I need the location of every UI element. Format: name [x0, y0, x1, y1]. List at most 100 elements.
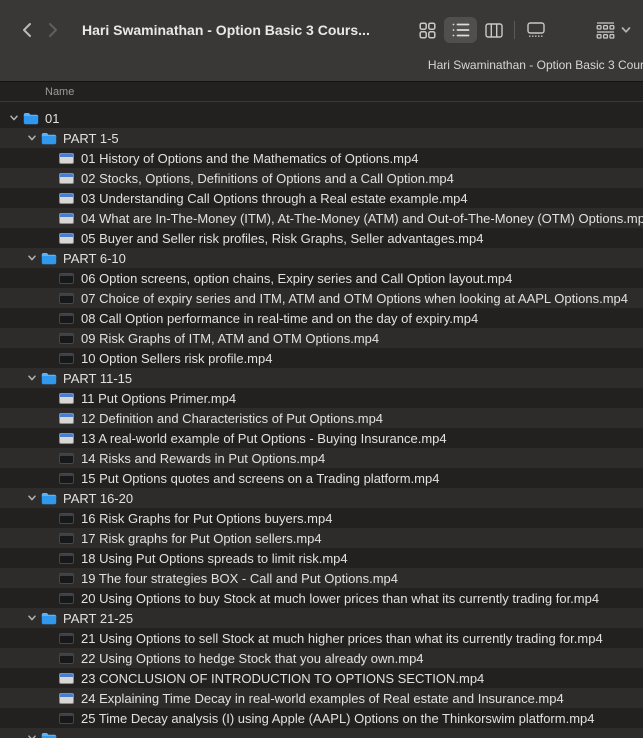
gallery-view-button[interactable]	[519, 17, 552, 43]
video-thumbnail-icon	[59, 653, 74, 664]
disclosure-chevron-icon[interactable]	[27, 493, 37, 503]
row-label: 20 Using Options to buy Stock at much lo…	[81, 591, 599, 606]
finder-window: Hari Swaminathan - Option Basic 3 Cours.…	[0, 0, 643, 738]
row-label: 13 A real-world example of Put Options -…	[81, 431, 447, 446]
file-row[interactable]: 11 Put Options Primer.mp4	[0, 388, 643, 408]
file-row[interactable]: 03 Understanding Call Options through a …	[0, 188, 643, 208]
file-row[interactable]: 21 Using Options to sell Stock at much h…	[0, 628, 643, 648]
video-thumbnail-icon	[59, 633, 74, 644]
video-thumbnail-icon	[59, 713, 74, 724]
file-row[interactable]: 12 Definition and Characteristics of Put…	[0, 408, 643, 428]
folder-row[interactable]: PART 16-20	[0, 488, 643, 508]
file-row[interactable]: 13 A real-world example of Put Options -…	[0, 428, 643, 448]
file-row[interactable]: 05 Buyer and Seller risk profiles, Risk …	[0, 228, 643, 248]
folder-row[interactable]: PART 1-5	[0, 128, 643, 148]
view-switcher	[411, 17, 552, 43]
file-row[interactable]: 02 Stocks, Options, Definitions of Optio…	[0, 168, 643, 188]
video-thumbnail-icon	[59, 293, 74, 304]
video-thumbnail-icon	[59, 553, 74, 564]
file-row[interactable]: 14 Risks and Rewards in Put Options.mp4	[0, 448, 643, 468]
video-thumbnail-icon	[59, 593, 74, 604]
row-label: 24 Explaining Time Decay in real-world e…	[81, 691, 564, 706]
folder-row[interactable]: PART 21-25	[0, 608, 643, 628]
forward-chevron-icon	[47, 22, 59, 38]
toolbar-main-row: Hari Swaminathan - Option Basic 3 Cours.…	[0, 0, 643, 54]
folder-icon	[41, 132, 57, 145]
row-label: 15 Put Options quotes and screens on a T…	[81, 471, 439, 486]
file-row[interactable]: 09 Risk Graphs of ITM, ATM and OTM Optio…	[0, 328, 643, 348]
gallery-view-icon	[527, 22, 545, 38]
column-view-button[interactable]	[477, 17, 510, 43]
group-button[interactable]	[594, 17, 633, 43]
back-button[interactable]	[14, 16, 40, 44]
forward-button[interactable]	[40, 16, 66, 44]
row-label: 12 Definition and Characteristics of Put…	[81, 411, 383, 426]
row-label: PART 21-25	[63, 611, 133, 626]
row-label: PART 16-20	[63, 491, 133, 506]
file-row[interactable]: 17 Risk graphs for Put Option sellers.mp…	[0, 528, 643, 548]
folder-icon	[41, 732, 57, 738]
file-row[interactable]: 22 Using Options to hedge Stock that you…	[0, 648, 643, 668]
disclosure-chevron-icon[interactable]	[27, 253, 37, 263]
video-thumbnail-icon	[59, 393, 74, 404]
video-thumbnail-icon	[59, 673, 74, 684]
file-row[interactable]: 08 Call Option performance in real-time …	[0, 308, 643, 328]
video-thumbnail-icon	[59, 153, 74, 164]
video-thumbnail-icon	[59, 513, 74, 524]
video-thumbnail-icon	[59, 693, 74, 704]
video-thumbnail-icon	[59, 433, 74, 444]
folder-icon	[41, 492, 57, 505]
row-label: PART 6-10	[63, 251, 126, 266]
file-row[interactable]: 24 Explaining Time Decay in real-world e…	[0, 688, 643, 708]
video-thumbnail-icon	[59, 233, 74, 244]
folder-row[interactable]: 01	[0, 108, 643, 128]
list-view-button[interactable]	[444, 17, 477, 43]
file-row[interactable]: 20 Using Options to buy Stock at much lo…	[0, 588, 643, 608]
name-column-header[interactable]: Name	[0, 82, 643, 102]
file-row[interactable]: 18 Using Put Options spreads to limit ri…	[0, 548, 643, 568]
row-label: 05 Buyer and Seller risk profiles, Risk …	[81, 231, 483, 246]
file-row[interactable]: 19 The four strategies BOX - Call and Pu…	[0, 568, 643, 588]
folder-row[interactable]: PART 11-15	[0, 368, 643, 388]
video-thumbnail-icon	[59, 573, 74, 584]
row-label: 01 History of Options and the Mathematic…	[81, 151, 418, 166]
back-chevron-icon	[21, 22, 33, 38]
row-label: 10 Option Sellers risk profile.mp4	[81, 351, 272, 366]
folder-icon	[23, 112, 39, 125]
file-row[interactable]: 10 Option Sellers risk profile.mp4	[0, 348, 643, 368]
file-row[interactable]: 25 Time Decay analysis (I) using Apple (…	[0, 708, 643, 728]
toolbar: Hari Swaminathan - Option Basic 3 Cours.…	[0, 0, 643, 82]
file-row[interactable]: 01 History of Options and the Mathematic…	[0, 148, 643, 168]
row-label: 11 Put Options Primer.mp4	[81, 391, 236, 406]
video-thumbnail-icon	[59, 453, 74, 464]
icon-view-icon	[419, 22, 436, 39]
icon-view-button[interactable]	[411, 17, 444, 43]
file-row[interactable]: 16 Risk Graphs for Put Options buyers.mp…	[0, 508, 643, 528]
folder-row[interactable]: PART 6-10	[0, 248, 643, 268]
row-label: 22 Using Options to hedge Stock that you…	[81, 651, 424, 666]
disclosure-chevron-icon[interactable]	[9, 113, 19, 123]
disclosure-chevron-icon[interactable]	[27, 613, 37, 623]
file-row[interactable]: 06 Option screens, option chains, Expiry…	[0, 268, 643, 288]
file-row[interactable]: 07 Choice of expiry series and ITM, ATM …	[0, 288, 643, 308]
video-thumbnail-icon	[59, 413, 74, 424]
folder-row[interactable]	[0, 728, 643, 738]
file-row[interactable]: 23 CONCLUSION OF INTRODUCTION TO OPTIONS…	[0, 668, 643, 688]
disclosure-chevron-icon[interactable]	[27, 373, 37, 383]
row-label: 08 Call Option performance in real-time …	[81, 311, 478, 326]
video-thumbnail-icon	[59, 333, 74, 344]
toolbar-path-row: Hari Swaminathan - Option Basic 3 Cours	[0, 54, 643, 76]
folder-icon	[41, 252, 57, 265]
row-label: 06 Option screens, option chains, Expiry…	[81, 271, 512, 286]
column-view-icon	[485, 23, 503, 38]
video-thumbnail-icon	[59, 353, 74, 364]
file-list-rows: 01PART 1-5 01 History of Options and the …	[0, 102, 643, 738]
video-thumbnail-icon	[59, 533, 74, 544]
row-label: 21 Using Options to sell Stock at much h…	[81, 631, 603, 646]
file-row[interactable]: 15 Put Options quotes and screens on a T…	[0, 468, 643, 488]
row-label: 19 The four strategies BOX - Call and Pu…	[81, 571, 398, 586]
file-row[interactable]: 04 What are In-The-Money (ITM), At-The-M…	[0, 208, 643, 228]
disclosure-chevron-icon[interactable]	[27, 133, 37, 143]
video-thumbnail-icon	[59, 313, 74, 324]
disclosure-chevron-icon[interactable]	[27, 733, 37, 738]
